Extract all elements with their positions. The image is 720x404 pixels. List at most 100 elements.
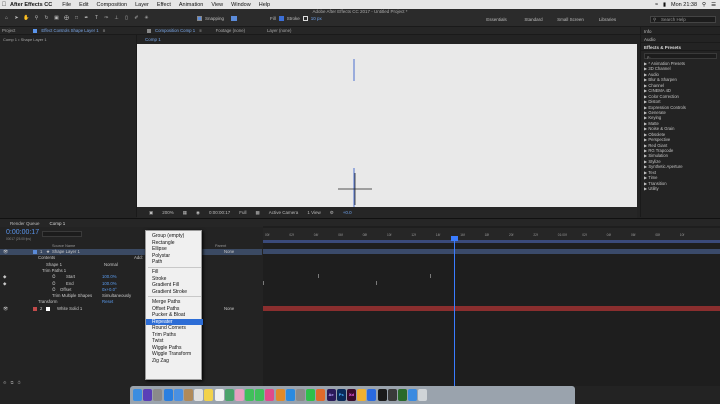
camera-tool-icon[interactable]: ▣	[53, 15, 60, 22]
add-menu-item-offset-paths[interactable]: Offset Paths	[146, 306, 203, 312]
visibility-eye-icon[interactable]: 👁	[3, 306, 8, 312]
parent-dropdown[interactable]: None	[224, 249, 234, 255]
visibility-eye-icon[interactable]: 👁	[3, 249, 8, 255]
timeline-timecode[interactable]: 0:00:00:17	[6, 229, 39, 236]
xd-icon[interactable]: Xd	[346, 389, 356, 401]
selection-tool-icon[interactable]: ➤	[13, 15, 20, 22]
preferences-icon[interactable]	[296, 389, 305, 401]
hand-tool-icon[interactable]: ✋	[23, 15, 30, 22]
photos-icon[interactable]	[234, 389, 244, 401]
zoom-tool-icon[interactable]: ⚲	[33, 15, 40, 22]
start-value[interactable]: 100.0%	[102, 274, 117, 280]
menu-window[interactable]: Window	[227, 2, 255, 8]
layer-row-shape[interactable]: 👁 1 ★ Shape Layer 1 None	[0, 249, 262, 255]
wifi-icon[interactable]: ≈	[655, 2, 658, 8]
lock-icon[interactable]	[147, 28, 151, 33]
reminders-icon[interactable]	[214, 389, 224, 401]
prop-shape1[interactable]: Shape 1	[46, 262, 62, 268]
prop-row-trim-multiple[interactable]: Trim Multiple Shapes Simultaneously	[0, 293, 262, 299]
spotlight-icon[interactable]: ⚲	[702, 2, 706, 8]
stopwatch-icon[interactable]: ⏱	[52, 274, 55, 280]
add-menu-item-wiggle-paths[interactable]: Wiggle Paths	[146, 345, 203, 351]
ps-icon[interactable]: Ps	[336, 389, 346, 401]
blend-mode-dropdown[interactable]: Normal	[104, 262, 118, 268]
transparency-grid-icon[interactable]: ▩	[256, 210, 260, 216]
appstore-icon[interactable]	[285, 389, 295, 401]
add-menu-item-twist[interactable]: Twist	[146, 338, 203, 344]
app-name-menu[interactable]: After Effects CC	[8, 2, 58, 8]
zoom-dropdown[interactable]: 200%	[162, 210, 174, 215]
add-menu-item-gradient-fill[interactable]: Gradient Fill	[146, 282, 203, 288]
camera-snapshot-icon[interactable]: ◉	[196, 210, 200, 216]
ibooks-icon[interactable]	[275, 389, 285, 401]
menu-composition[interactable]: Composition	[93, 2, 132, 8]
menu-file[interactable]: File	[58, 2, 75, 8]
notification-center-icon[interactable]: ☰	[711, 2, 716, 8]
menu-icon[interactable]: ≡	[103, 28, 106, 33]
resolution-dropdown[interactable]: Full	[239, 210, 246, 215]
add-menu-item-pucker-bloat[interactable]: Pucker & Bloat	[146, 312, 203, 318]
clone-stamp-tool-icon[interactable]: ⊥	[113, 15, 120, 22]
maps-icon[interactable]	[224, 389, 234, 401]
add-menu-item-round-corners[interactable]: Round Corners	[146, 325, 203, 331]
add-menu-item-fill[interactable]: Fill	[146, 269, 203, 275]
firefox-icon[interactable]	[316, 389, 326, 401]
label-color-swatch[interactable]	[33, 307, 37, 311]
effects-category-item[interactable]: ▶ Utility	[644, 186, 720, 191]
tab-composition[interactable]: Composition Comp 1	[155, 28, 195, 33]
snapping-checkbox[interactable]	[197, 16, 202, 21]
toggle-switches-icon[interactable]: ⚙	[3, 380, 7, 385]
roto-brush-tool-icon[interactable]: ✐	[133, 15, 140, 22]
tab-render-queue[interactable]: Render Queue	[10, 221, 40, 226]
add-menu-item-wiggle-transform[interactable]: Wiggle Transform	[146, 351, 203, 357]
add-button[interactable]: Add:	[134, 255, 143, 261]
playhead-handle[interactable]	[451, 236, 458, 241]
puppet-tool-icon[interactable]: ✳	[143, 15, 150, 22]
add-menu-item-path[interactable]: Path	[146, 259, 203, 265]
add-menu-item-gradient-stroke[interactable]: Gradient Stroke	[146, 289, 203, 295]
workspace-libraries[interactable]: Libraries	[589, 17, 626, 22]
menu-help[interactable]: Help	[255, 2, 274, 8]
always-preview-icon[interactable]: ▣	[149, 210, 153, 216]
launchpad-icon[interactable]	[153, 389, 163, 401]
grid-icon[interactable]: ▦	[183, 210, 187, 216]
add-menu-item-repeater[interactable]: Repeater	[146, 318, 203, 325]
xcode-icon[interactable]	[367, 389, 377, 401]
effects-search-input[interactable]: ρ-	[644, 53, 717, 59]
terminal-icon[interactable]	[377, 389, 387, 401]
fast-previews-icon[interactable]: ⚙	[330, 210, 334, 216]
timeline-search-input[interactable]	[42, 231, 82, 237]
layer-row-solid[interactable]: 👁 2 White Solid 1 None	[0, 306, 262, 312]
keyframe-nav-icon[interactable]: ◆	[3, 281, 6, 287]
rotate-tool-icon[interactable]: ↻	[43, 15, 50, 22]
add-menu-item-polystar[interactable]: Polystar	[146, 253, 203, 259]
mail-icon[interactable]	[173, 389, 183, 401]
add-menu-item-rectangle[interactable]: Rectangle	[146, 240, 203, 246]
composition-viewer[interactable]	[137, 44, 637, 207]
info-panel-header[interactable]: Info	[641, 27, 720, 35]
prop-row-contents[interactable]: Contents Add:	[0, 255, 262, 261]
exposure-value[interactable]: +0.0	[343, 210, 352, 215]
notes-icon[interactable]	[204, 389, 214, 401]
tab-effect-controls[interactable]: Effect Controls Shape Layer 1	[41, 28, 98, 33]
pen-tool-icon[interactable]: ✒	[83, 15, 90, 22]
stopwatch-icon[interactable]: ⏱	[52, 287, 55, 293]
stroke-label[interactable]: Stroke	[287, 16, 300, 21]
prop-row-shape1[interactable]: Shape 1 Normal	[0, 262, 262, 268]
quicktime-icon[interactable]	[387, 389, 397, 401]
brush-tool-icon[interactable]: ✑	[103, 15, 110, 22]
keyframe-marker[interactable]: I	[318, 274, 319, 280]
help-search-field[interactable]: ⚲ Search Help	[650, 16, 716, 23]
lock-icon[interactable]	[33, 28, 38, 33]
fill-swatch[interactable]	[278, 16, 284, 21]
parent-dropdown[interactable]: None	[224, 306, 234, 312]
add-menu-item-group-empty[interactable]: Group (empty)	[146, 233, 203, 239]
effects-presets-header[interactable]: Effects & Presets	[641, 43, 720, 51]
menu-layer[interactable]: Layer	[131, 2, 153, 8]
menu-effect[interactable]: Effect	[153, 2, 175, 8]
add-menu-item-merge-paths[interactable]: Merge Paths	[146, 299, 203, 305]
comp-subtab[interactable]: Comp 1	[145, 37, 161, 42]
render-time-icon[interactable]: ⏱	[17, 380, 20, 385]
layer-name[interactable]: White Solid 1	[57, 306, 82, 312]
safari-icon[interactable]	[163, 389, 173, 401]
